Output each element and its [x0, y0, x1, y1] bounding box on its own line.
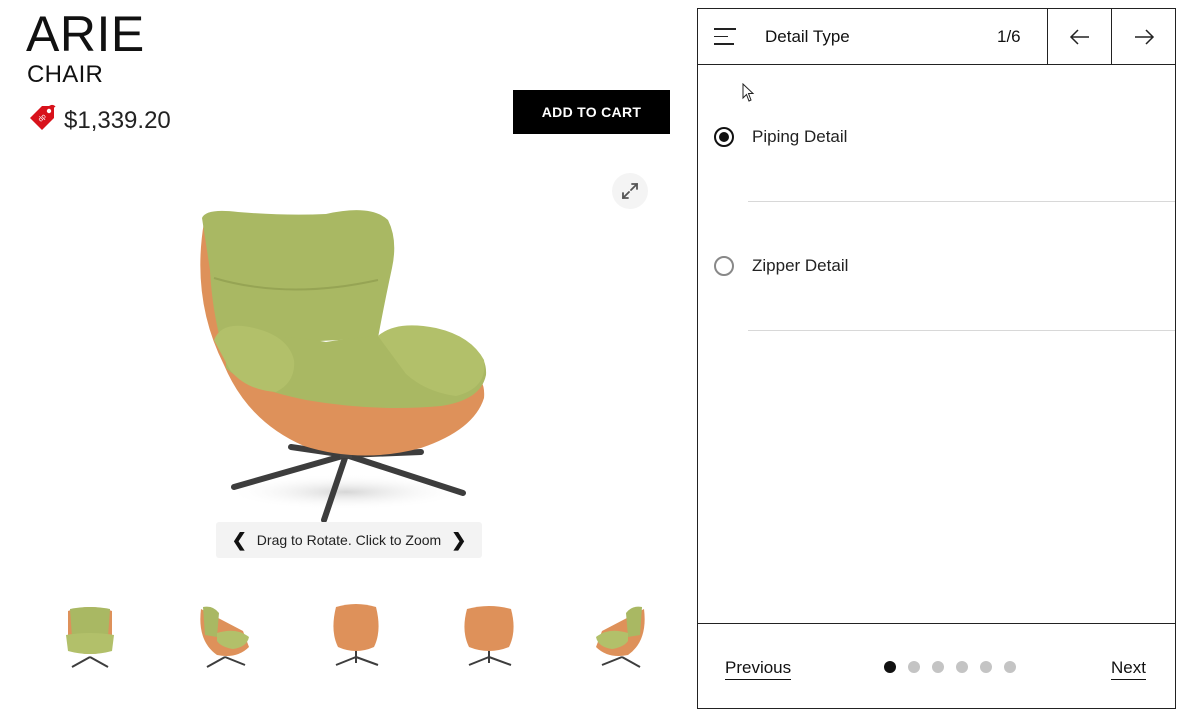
thumbnail-back-right[interactable]: [439, 596, 539, 676]
option-label: Zipper Detail: [752, 256, 849, 275]
mouse-cursor-icon: [742, 82, 756, 108]
divider: [748, 201, 1175, 202]
panel-footer: Previous Next: [698, 623, 1175, 708]
option-label: Piping Detail: [752, 127, 848, 146]
previous-link[interactable]: Previous: [725, 658, 792, 680]
step-counter: 1/6: [997, 27, 1021, 46]
step-dot[interactable]: [932, 661, 944, 673]
chevron-left-icon: ❮: [231, 529, 247, 550]
thumbnail-strip: [40, 596, 672, 676]
rotate-hint: ❮ Drag to Rotate. Click to Zoom ❯: [216, 522, 482, 558]
divider: [748, 330, 1175, 331]
step-dot[interactable]: [956, 661, 968, 673]
panel-header: Detail Type 1/6: [698, 9, 1175, 65]
product-price: $1,339.20: [64, 106, 171, 134]
chevron-right-icon: ❯: [451, 529, 467, 550]
step-dots: [884, 661, 1016, 673]
detail-panel: Detail Type 1/6 Piping Detail Zipper Det…: [697, 8, 1176, 709]
step-dot[interactable]: [908, 661, 920, 673]
radio-button-selected[interactable]: [714, 127, 734, 147]
chair-image: [200, 210, 487, 523]
arrow-left-icon[interactable]: [1047, 9, 1111, 64]
step-dot[interactable]: [1004, 661, 1016, 673]
product-name: ARIE: [26, 6, 145, 62]
thumbnail-front[interactable]: [40, 596, 140, 676]
rotate-hint-text: Drag to Rotate. Click to Zoom: [256, 532, 442, 548]
product-3d-viewer[interactable]: [26, 160, 671, 580]
expand-icon[interactable]: [612, 173, 648, 209]
next-link[interactable]: Next: [1111, 658, 1146, 680]
option-piping-detail[interactable]: Piping Detail: [714, 127, 1174, 147]
thumbnail-back-left[interactable]: [306, 596, 406, 676]
price-row: dp $1,339.20: [26, 104, 171, 137]
thumbnail-right-side[interactable]: [572, 596, 672, 676]
step-dot[interactable]: [980, 661, 992, 673]
price-tag-icon: dp: [26, 104, 56, 137]
add-to-cart-button[interactable]: ADD TO CART: [513, 90, 670, 134]
arrow-right-icon[interactable]: [1111, 9, 1175, 64]
menu-icon[interactable]: [714, 28, 736, 46]
thumbnail-left-side[interactable]: [173, 596, 273, 676]
panel-title: Detail Type: [765, 27, 850, 46]
radio-button[interactable]: [714, 256, 734, 276]
product-type: CHAIR: [27, 61, 104, 88]
option-zipper-detail[interactable]: Zipper Detail: [714, 256, 1174, 276]
step-dot[interactable]: [884, 661, 896, 673]
